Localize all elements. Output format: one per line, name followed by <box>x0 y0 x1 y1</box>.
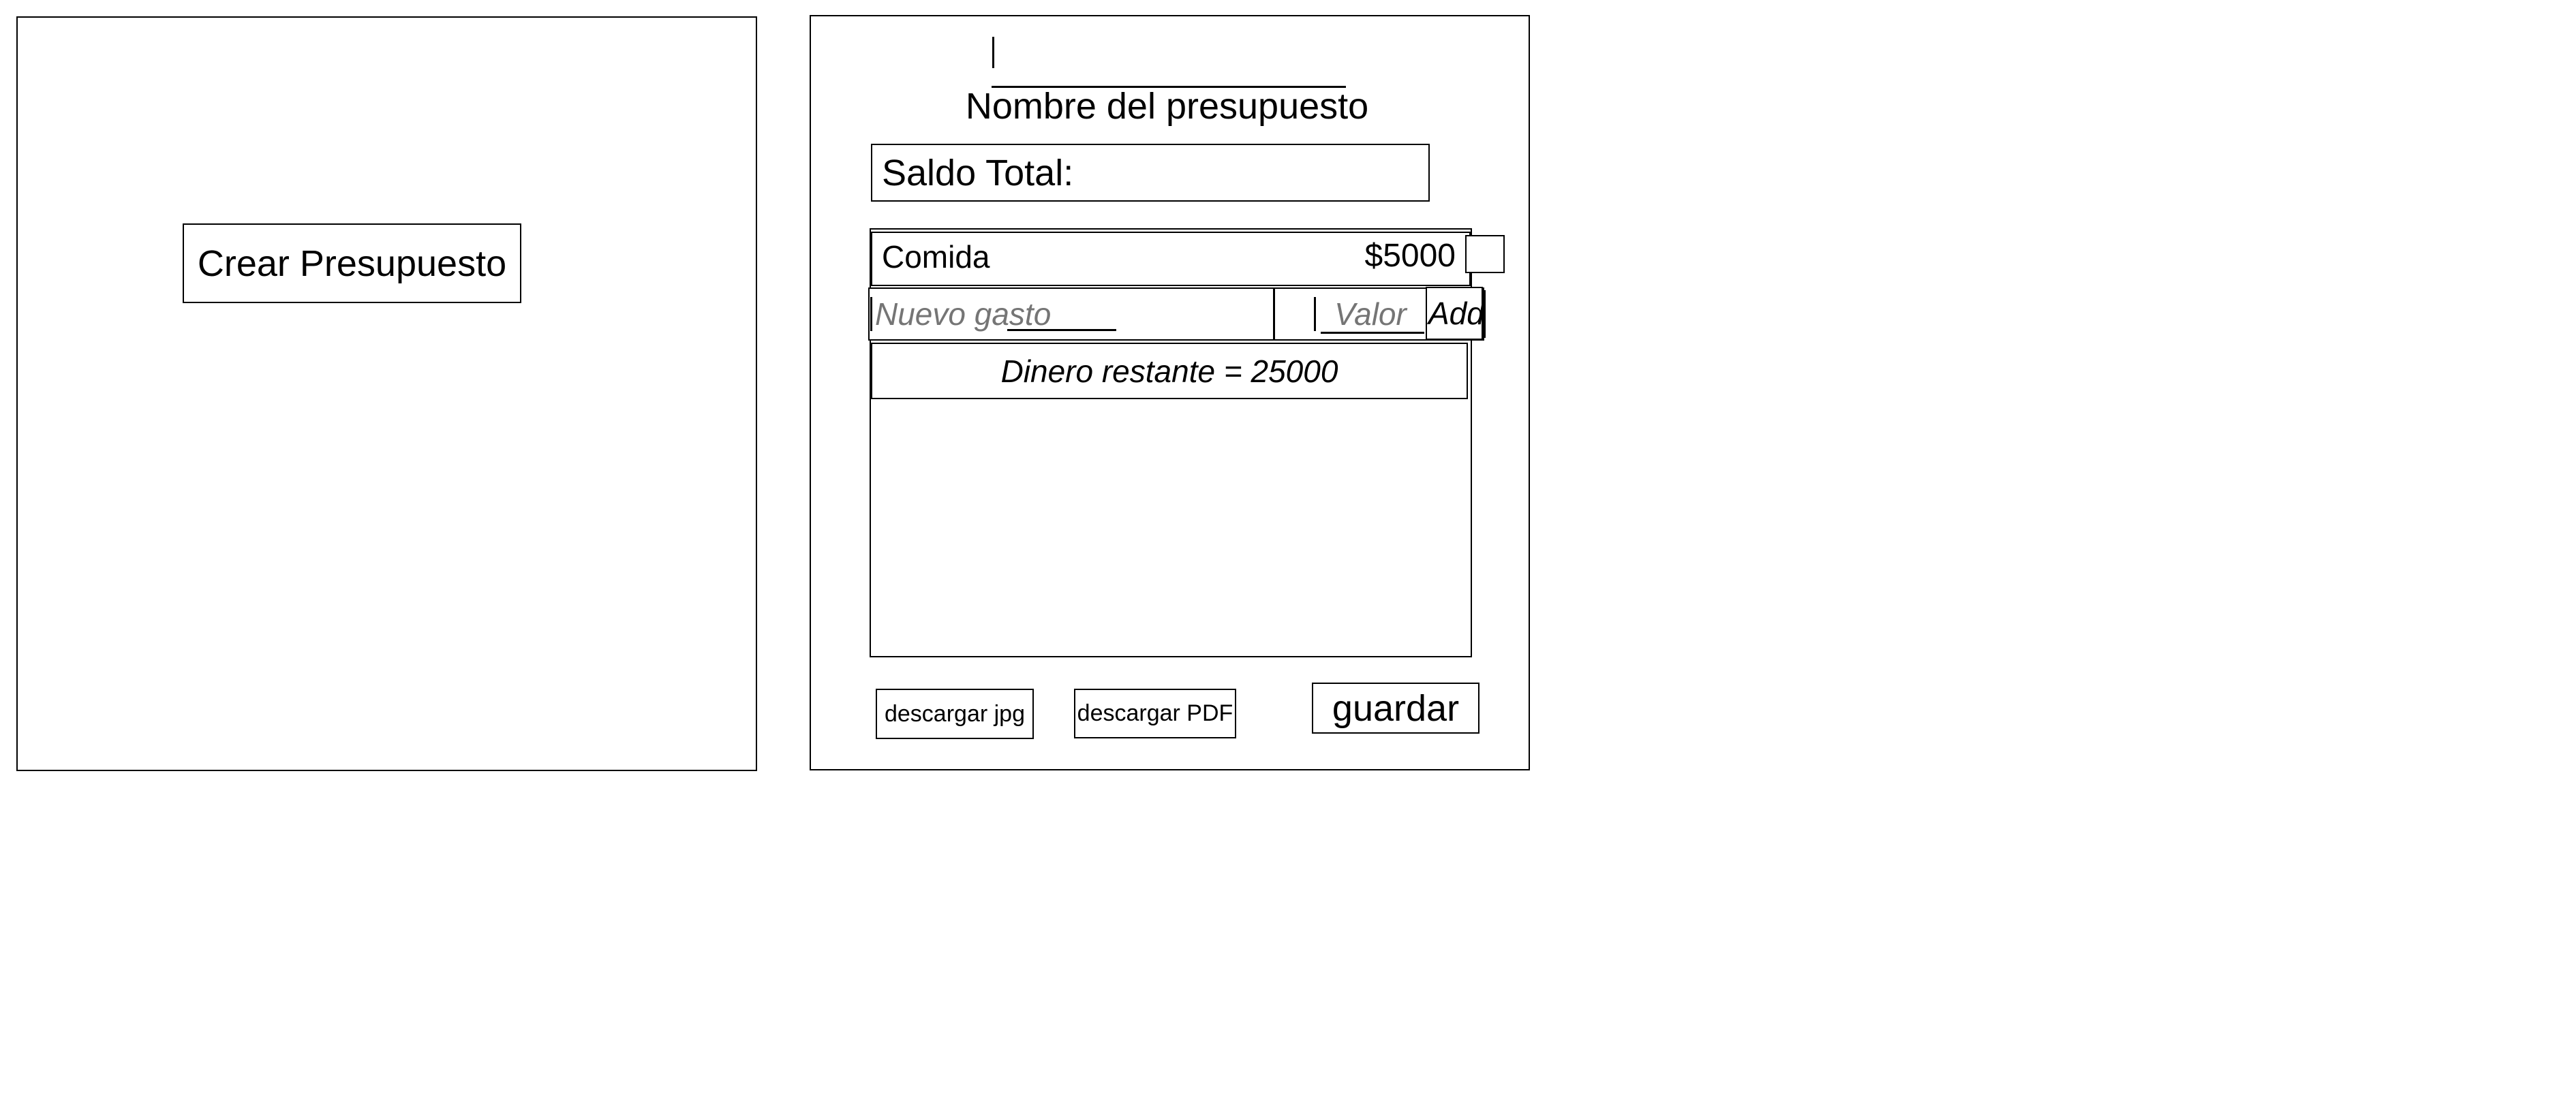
budget-name-caption: Nombre del presupuesto <box>965 86 1369 127</box>
budget-name-input[interactable] <box>992 27 1346 87</box>
text-cursor <box>870 297 872 331</box>
total-balance-field: Saldo Total: <box>871 144 1430 202</box>
new-expense-value-input[interactable] <box>1319 290 1422 338</box>
create-budget-panel <box>16 16 757 771</box>
text-cursor <box>992 37 994 68</box>
new-expense-value-underline <box>1321 332 1424 334</box>
download-pdf-button[interactable]: descargar PDF <box>1074 689 1236 738</box>
download-jpg-button[interactable]: descargar jpg <box>876 689 1034 739</box>
new-expense-name-underline <box>1007 329 1116 331</box>
create-budget-button[interactable]: Crear Presupuesto <box>183 223 521 303</box>
field-divider <box>1273 289 1275 341</box>
save-button[interactable]: guardar <box>1312 683 1479 734</box>
expense-name: Comida <box>882 239 990 275</box>
expense-amount: $5000 <box>1364 238 1456 274</box>
text-cursor <box>1314 297 1316 331</box>
remaining-money: Dinero restante = 25000 <box>871 343 1468 399</box>
expense-checkbox[interactable] <box>1465 235 1505 273</box>
add-expense-button[interactable]: Add <box>1426 287 1483 340</box>
